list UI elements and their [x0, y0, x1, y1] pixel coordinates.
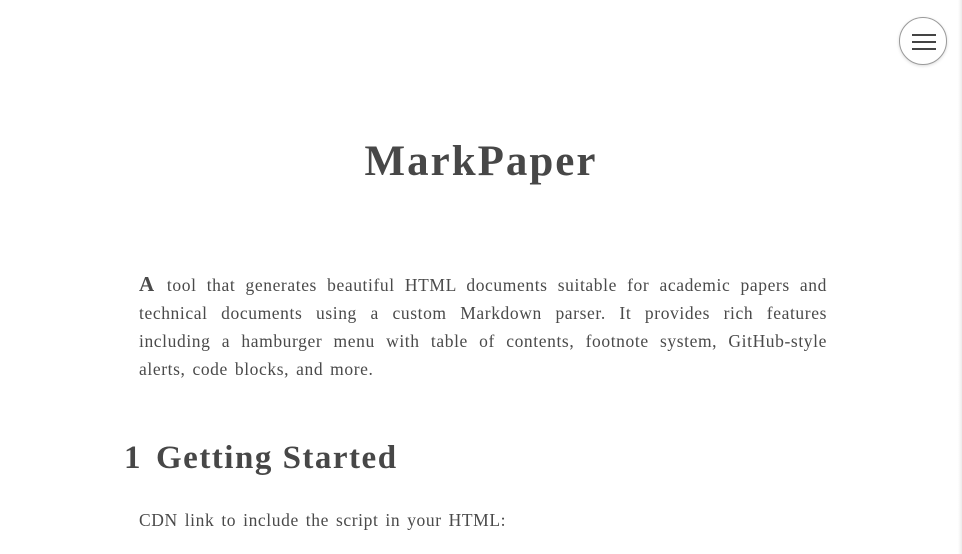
hamburger-menu-button[interactable]: [899, 17, 947, 65]
section-title: Getting Started: [156, 440, 398, 476]
page-edge-shadow: [958, 0, 962, 554]
section-paragraph: CDN link to include the script in your H…: [139, 510, 507, 530]
intro-text: tool that generates beautiful HTML docum…: [139, 275, 827, 379]
intro-dropcap: A: [139, 272, 155, 296]
document-title: MarkPaper: [364, 138, 598, 185]
intro-paragraph: A tool that generates beautiful HTML doc…: [139, 270, 827, 383]
section-number: 1: [124, 440, 142, 476]
section-heading-getting-started: 1 Getting Started: [124, 436, 398, 480]
